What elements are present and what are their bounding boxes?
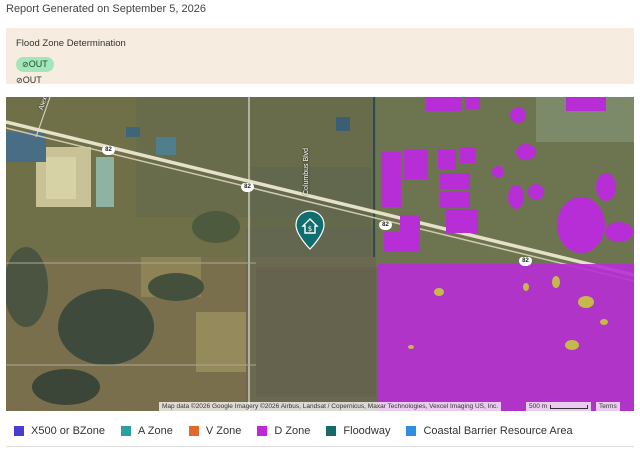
- legend-label: A Zone: [138, 425, 173, 437]
- svg-text:$: $: [308, 225, 312, 233]
- legend-swatch: [406, 426, 417, 436]
- legend-swatch: [257, 426, 268, 436]
- legend-swatch: [14, 426, 24, 436]
- flood-zone-legend: X500 or BZone A Zone V Zone D Zone Flood…: [14, 425, 573, 437]
- no-zone-icon: ⊘: [22, 60, 29, 69]
- legend-swatch: [188, 426, 199, 436]
- no-zone-icon-small: ⊘: [16, 76, 23, 85]
- route-82-shield: 82: [241, 183, 254, 192]
- route-82-shield: 82: [379, 221, 392, 230]
- legend-label: Floodway: [343, 425, 391, 437]
- map-attribution: Map data ©2026 Google Imagery ©2026 Airb…: [159, 402, 502, 411]
- flood-zone-out-text: ⊘OUT: [16, 75, 42, 86]
- legend-item-x500: X500 or BZone: [14, 425, 105, 437]
- scale-label: 500 m: [529, 403, 548, 410]
- out-badge-label: OUT: [28, 59, 48, 69]
- legend-item-a-zone: A Zone: [121, 425, 173, 437]
- map-terms-link[interactable]: Terms: [596, 402, 620, 411]
- legend-label: V Zone: [205, 425, 242, 437]
- road-label-columbus: Columbus Blvd: [303, 147, 310, 195]
- route-82-shield: 82: [102, 146, 115, 155]
- flood-zone-out-badge: ⊘OUT: [16, 57, 54, 72]
- legend-label: D Zone: [274, 425, 311, 437]
- scale-bar: [550, 404, 589, 409]
- flood-zone-title: Flood Zone Determination: [16, 38, 126, 49]
- legend-item-v-zone: V Zone: [188, 425, 242, 437]
- flood-zone-panel: Flood Zone Determination ⊘OUT ⊘OUT: [6, 28, 634, 86]
- map-scale: 500 m: [526, 402, 592, 411]
- out-plain-label: OUT: [22, 75, 42, 85]
- legend-item-floodway: Floodway: [326, 425, 390, 437]
- legend-swatch: [121, 426, 131, 436]
- legend-label: X500 or BZone: [31, 425, 105, 437]
- satellite-imagery: [6, 97, 634, 411]
- property-home-icon[interactable]: $: [295, 210, 325, 250]
- legend-item-coastal-barrier: Coastal Barrier Resource Area: [406, 425, 573, 437]
- legend-item-d-zone: D Zone: [257, 425, 310, 437]
- route-82-shield: 82: [519, 257, 532, 266]
- legend-label: Coastal Barrier Resource Area: [423, 425, 573, 437]
- divider: [6, 446, 634, 447]
- report-generated-date: Report Generated on September 5, 2026: [6, 3, 206, 15]
- flood-map[interactable]: Alexander Columbus Blvd 82 82 82 82 $ Ma…: [6, 97, 634, 411]
- legend-swatch: [326, 426, 337, 436]
